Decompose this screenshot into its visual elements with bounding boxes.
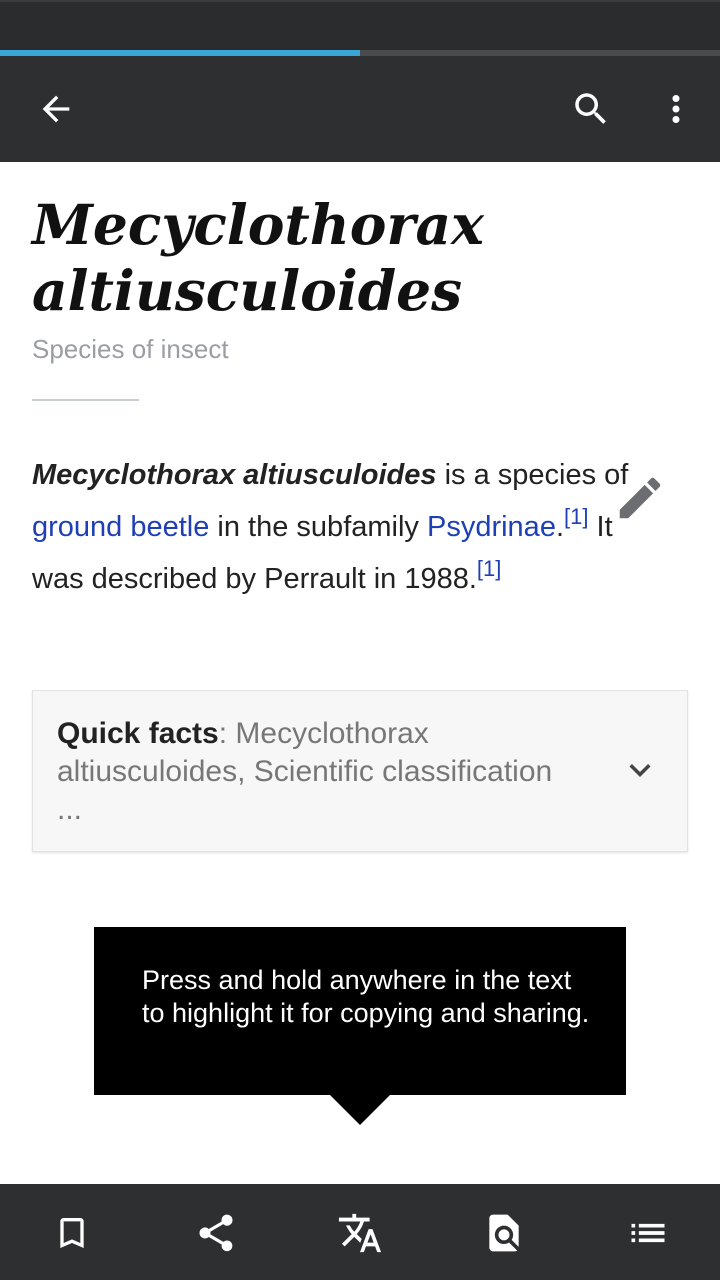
top-toolbar xyxy=(0,56,720,162)
tooltip-arrow xyxy=(329,1094,391,1125)
quick-facts-text: Quick facts: Mecyclothorax altiusculoide… xyxy=(57,715,577,829)
contents-list-icon xyxy=(631,1223,665,1243)
translate-button[interactable] xyxy=(329,1202,391,1264)
more-vert-icon xyxy=(672,95,680,123)
bookmark-button[interactable] xyxy=(41,1202,103,1264)
title-line-2: altiusculoides xyxy=(32,258,463,323)
share-icon xyxy=(199,1214,233,1252)
bottom-action-bar xyxy=(0,1184,720,1280)
search-icon xyxy=(575,93,606,124)
table-of-contents-button[interactable] xyxy=(617,1202,679,1264)
chevron-down-icon xyxy=(629,764,651,777)
edit-section-button[interactable] xyxy=(612,470,668,526)
quick-facts-separator: : xyxy=(218,717,236,750)
quick-facts-box[interactable]: Quick facts: Mecyclothorax altiusculoide… xyxy=(32,690,688,852)
psydrinae-link[interactable]: Psydrinae xyxy=(427,511,556,543)
article-description: Species of insect xyxy=(32,334,229,364)
reference-link-1[interactable]: [1] xyxy=(564,504,588,529)
bookmark-icon xyxy=(60,1218,84,1248)
translate-icon xyxy=(338,1213,382,1253)
quick-facts-label: Quick facts xyxy=(57,717,219,750)
pencil-icon xyxy=(619,477,661,519)
lead-text-2: in the subfamily xyxy=(209,511,427,543)
arrow-back-icon xyxy=(42,95,70,123)
article-title: Mecyclothorax altiusculoides xyxy=(32,192,672,324)
find-in-page-icon xyxy=(489,1214,519,1252)
expand-quick-facts-button[interactable] xyxy=(617,747,663,793)
more-options-button[interactable] xyxy=(643,76,709,142)
lead-text-3: . xyxy=(555,511,565,543)
ground-beetle-link[interactable]: ground beetle xyxy=(32,511,209,543)
title-divider xyxy=(32,399,139,401)
find-in-page-button[interactable] xyxy=(473,1202,535,1264)
search-button[interactable] xyxy=(558,76,624,142)
tooltip-text: Press and hold anywhere in the text to h… xyxy=(142,965,590,1028)
share-button[interactable] xyxy=(185,1202,247,1264)
species-name: Mecyclothorax altiusculoides xyxy=(32,459,437,491)
reference-link-2[interactable]: [1] xyxy=(477,556,501,581)
lead-text-1: is a species of xyxy=(436,459,629,491)
lead-paragraph: Mecyclothorax altiusculoides is a specie… xyxy=(32,449,652,605)
status-bar xyxy=(0,0,720,50)
back-button[interactable] xyxy=(23,76,89,142)
title-line-1: Mecyclothorax xyxy=(32,192,484,257)
highlight-tip-tooltip[interactable]: Press and hold anywhere in the text to h… xyxy=(94,927,626,1125)
